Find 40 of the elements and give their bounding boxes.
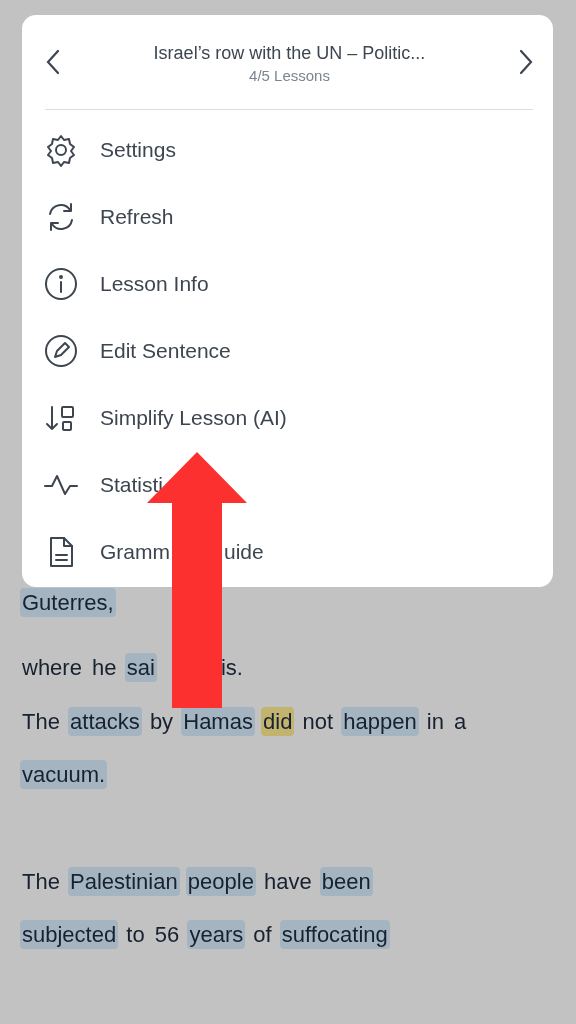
settings-icon [44,132,78,167]
word: of [252,921,273,949]
forward-icon[interactable] [519,49,533,75]
word: he [91,654,118,682]
highlighted-word[interactable]: years [187,920,246,949]
menu-item[interactable]: Settings [44,116,533,183]
menu-item[interactable]: Simplify Lesson (AI) [44,384,533,451]
highlighted-word[interactable]: attacks [68,707,142,736]
word: in [425,708,445,736]
highlighted-word[interactable]: happen [341,707,419,736]
menu-item[interactable]: Edit Sentence [44,317,533,384]
word: have [263,868,313,896]
word: The [21,868,61,896]
menu-item[interactable]: Lesson Info [44,250,533,317]
menu-item[interactable]: Statisti [44,451,533,518]
highlighted-word[interactable]: Palestinian [68,867,180,896]
lesson-title: Israel’s row with the UN – Politic... [153,42,426,64]
info-icon [44,266,78,301]
word: where [21,654,83,682]
word: a [453,708,468,736]
highlighted-word[interactable]: people [185,867,256,896]
back-icon[interactable] [46,49,60,75]
highlighted-word[interactable]: subjected [20,920,119,949]
word: by [148,708,175,736]
word: to [125,921,146,949]
word: 56 [153,921,181,949]
highlighted-word[interactable]: been [319,867,373,896]
menu-item[interactable]: Gramm uide [44,518,533,585]
pencil-icon [44,333,78,368]
menu-item[interactable]: Refresh [44,183,533,250]
highlighted-word[interactable]: Guterres, [20,588,116,617]
word: The [21,708,61,736]
highlighted-word[interactable]: Hamas [181,707,255,736]
highlighted-word[interactable]: did [261,707,295,736]
lesson-count: 4/5 Lessons [249,66,330,84]
highlighted-word[interactable]: vacuum. [20,760,108,789]
highlighted-word[interactable]: sai [124,653,157,682]
word: is. [219,654,244,682]
highlighted-word[interactable]: suffocating [279,920,390,949]
word: not [301,708,335,736]
